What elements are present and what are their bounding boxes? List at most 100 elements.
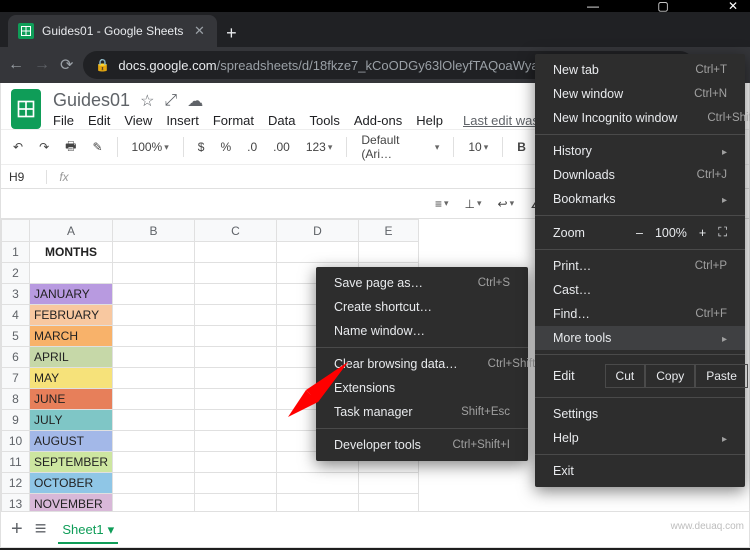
cell-E13[interactable] [359, 494, 419, 512]
cell-C9[interactable] [195, 410, 277, 431]
window-maximize[interactable]: ▢ [648, 0, 678, 13]
all-sheets-button[interactable]: ≡ [35, 518, 47, 541]
cell-A3[interactable]: JANUARY [30, 284, 113, 305]
menu-data[interactable]: Data [268, 113, 295, 128]
add-sheet-button[interactable]: + [11, 518, 23, 541]
menu-view[interactable]: View [124, 113, 152, 128]
col-header-E[interactable]: E [359, 220, 419, 242]
document-title[interactable]: Guides01 [53, 90, 130, 111]
menu-tools[interactable]: Tools [309, 113, 339, 128]
menu-bookmarks[interactable]: Bookmarks [535, 187, 745, 211]
cell-C7[interactable] [195, 368, 277, 389]
cell-A7[interactable]: MAY [30, 368, 113, 389]
menu-edit[interactable]: Edit [88, 113, 110, 128]
cloud-status-icon[interactable]: ☁ [187, 91, 203, 111]
menu-new-tab[interactable]: New tabCtrl+T [535, 58, 745, 82]
cell-C6[interactable] [195, 347, 277, 368]
window-close[interactable]: ✕ [718, 0, 748, 13]
cell-A11[interactable]: SEPTEMBER [30, 452, 113, 473]
cell-B10[interactable] [113, 431, 195, 452]
zoom-select[interactable]: 100% [126, 136, 175, 158]
cell-B13[interactable] [113, 494, 195, 512]
format-currency-button[interactable]: $ [192, 136, 211, 158]
sheets-logo[interactable] [11, 89, 41, 129]
cell-C3[interactable] [195, 284, 277, 305]
cell-D13[interactable] [277, 494, 359, 512]
row-header-10[interactable]: 10 [2, 431, 30, 452]
menu-cut[interactable]: Cut [605, 364, 646, 388]
cell-C4[interactable] [195, 305, 277, 326]
col-header-A[interactable]: A [30, 220, 113, 242]
col-header-C[interactable]: C [195, 220, 277, 242]
menu-help[interactable]: Help [535, 426, 745, 450]
submenu-name-window[interactable]: Name window… [316, 319, 528, 343]
row-header-9[interactable]: 9 [2, 410, 30, 431]
menu-copy[interactable]: Copy [645, 364, 695, 388]
cell-B1[interactable] [113, 242, 195, 263]
row-header-4[interactable]: 4 [2, 305, 30, 326]
cell-C2[interactable] [195, 263, 277, 284]
select-all-corner[interactable] [2, 220, 30, 242]
row-header-8[interactable]: 8 [2, 389, 30, 410]
menu-new-incognito-window[interactable]: New Incognito windowCtrl+Shift+N [535, 106, 745, 130]
move-icon[interactable]: ⤢ [164, 92, 177, 110]
cell-C11[interactable] [195, 452, 277, 473]
cell-B2[interactable] [113, 263, 195, 284]
cell-C13[interactable] [195, 494, 277, 512]
sheet-tab-menu-icon[interactable]: ▾ [108, 522, 115, 538]
cell-C1[interactable] [195, 242, 277, 263]
reload-button[interactable]: ⟳ [60, 55, 73, 75]
row-header-13[interactable]: 13 [2, 494, 30, 512]
tab-close-icon[interactable]: ✕ [191, 23, 207, 39]
row-header-3[interactable]: 3 [2, 284, 30, 305]
menu-add-ons[interactable]: Add-ons [354, 113, 402, 128]
submenu-create-shortcut[interactable]: Create shortcut… [316, 295, 528, 319]
cell-A13[interactable]: NOVEMBER [30, 494, 113, 512]
cell-B11[interactable] [113, 452, 195, 473]
col-header-B[interactable]: B [113, 220, 195, 242]
star-icon[interactable]: ☆ [140, 91, 154, 111]
row-header-6[interactable]: 6 [2, 347, 30, 368]
print-button[interactable]: 🖶 [59, 133, 82, 162]
cell-C8[interactable] [195, 389, 277, 410]
menu-cast[interactable]: Cast… [535, 278, 745, 302]
paint-format-button[interactable]: ✎ [86, 136, 108, 158]
cell-E1[interactable] [359, 242, 419, 263]
menu-settings[interactable]: Settings [535, 402, 745, 426]
cell-A1[interactable]: MONTHS [30, 242, 113, 263]
format-percent-button[interactable]: % [214, 136, 237, 158]
cell-D12[interactable] [277, 473, 359, 494]
cell-A6[interactable]: APRIL [30, 347, 113, 368]
redo-button[interactable]: ↷ [33, 136, 55, 158]
submenu-save-page-as[interactable]: Save page as…Ctrl+S [316, 271, 528, 295]
row-header-2[interactable]: 2 [2, 263, 30, 284]
col-header-D[interactable]: D [277, 220, 359, 242]
cell-B4[interactable] [113, 305, 195, 326]
font-select[interactable]: Default (Ari… [355, 129, 445, 165]
forward-button[interactable]: → [34, 56, 50, 74]
menu-file[interactable]: File [53, 113, 74, 128]
font-size-select[interactable]: 10 [462, 136, 494, 158]
cell-A9[interactable]: JULY [30, 410, 113, 431]
name-box[interactable]: H9 [1, 170, 47, 184]
row-header-11[interactable]: 11 [2, 452, 30, 473]
cell-C10[interactable] [195, 431, 277, 452]
cell-C5[interactable] [195, 326, 277, 347]
menu-find[interactable]: Find…Ctrl+F [535, 302, 745, 326]
cell-B8[interactable] [113, 389, 195, 410]
back-button[interactable]: ← [8, 56, 24, 74]
row-header-5[interactable]: 5 [2, 326, 30, 347]
cell-B9[interactable] [113, 410, 195, 431]
zoom-out-button[interactable]: – [636, 226, 643, 240]
cell-A2[interactable] [30, 263, 113, 284]
menu-print[interactable]: Print…Ctrl+P [535, 254, 745, 278]
row-header-12[interactable]: 12 [2, 473, 30, 494]
wrap-button[interactable]: ↩ [492, 193, 521, 215]
new-tab-button[interactable]: + [217, 19, 245, 47]
submenu-developer-tools[interactable]: Developer toolsCtrl+Shift+I [316, 433, 528, 457]
undo-button[interactable]: ↶ [7, 136, 29, 158]
cell-B5[interactable] [113, 326, 195, 347]
cell-A4[interactable]: FEBRUARY [30, 305, 113, 326]
cell-E12[interactable] [359, 473, 419, 494]
cell-A10[interactable]: AUGUST [30, 431, 113, 452]
